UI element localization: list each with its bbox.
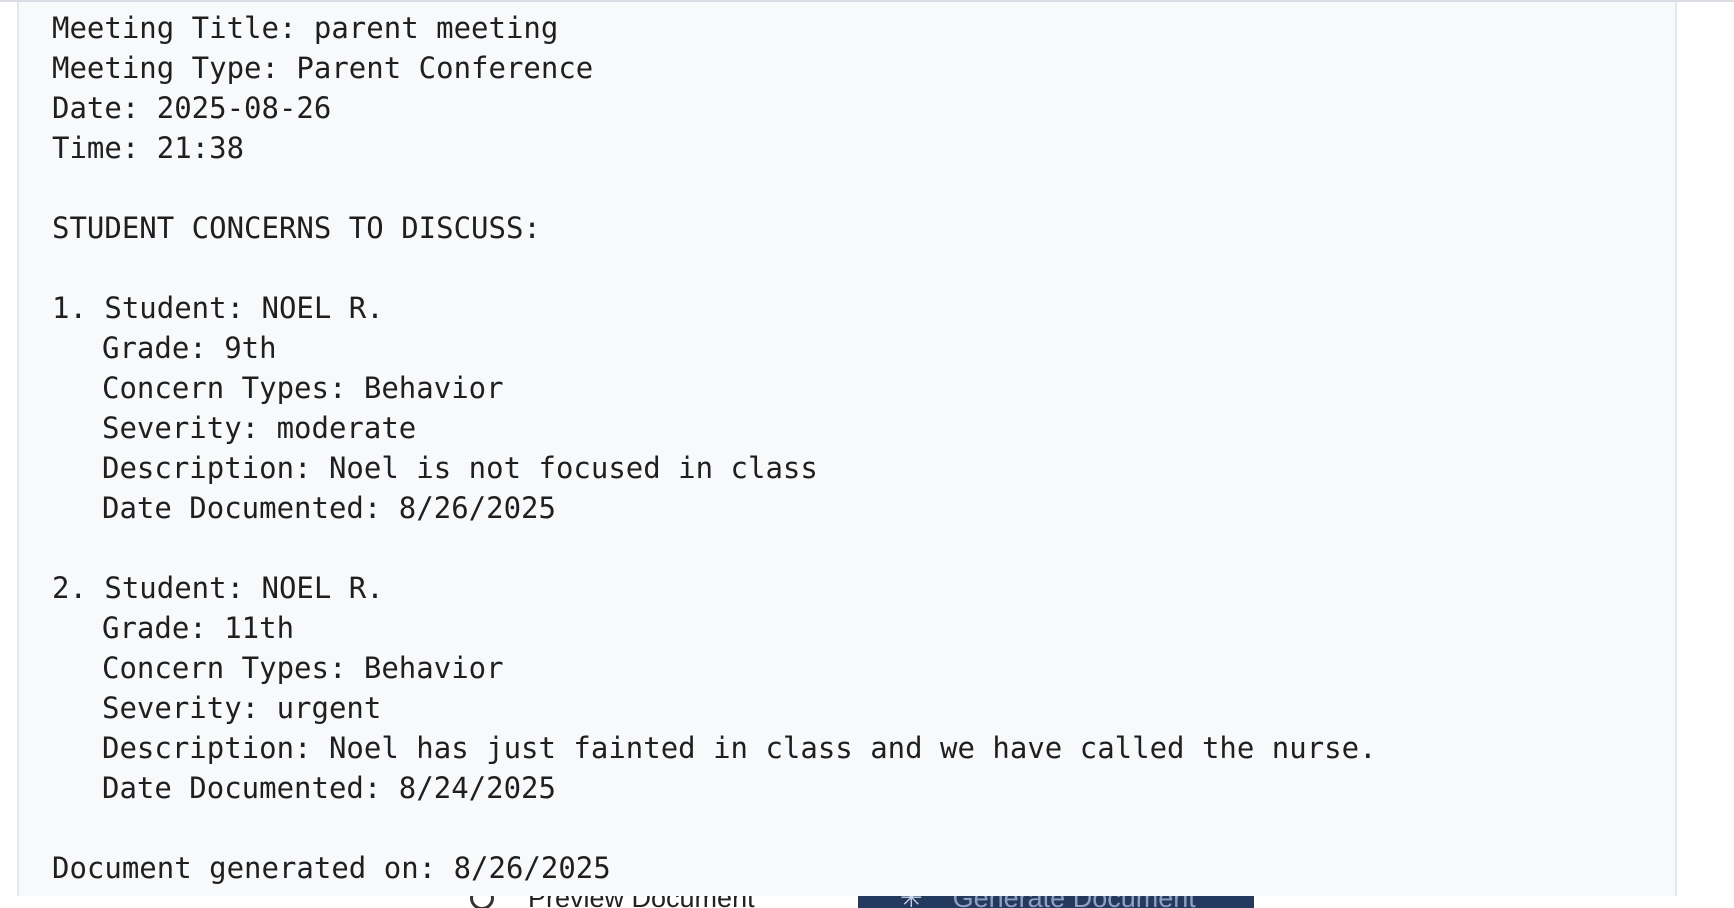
concern-2-types: Concern Types: Behavior: [102, 651, 504, 685]
meeting-type-line: Meeting Type: Parent Conference: [52, 51, 594, 85]
concern-1-types: Concern Types: Behavior: [102, 371, 504, 405]
concern-1-description: Description: Noel is not focused in clas…: [102, 451, 818, 485]
concern-1-grade: Grade: 9th: [102, 331, 277, 365]
document-footer: Document generated on: 8/26/2025: [52, 851, 611, 885]
concern-2-date-documented: Date Documented: 8/24/2025: [102, 771, 556, 805]
document-preview-content[interactable]: Meeting Title: parent meeting Meeting Ty…: [17, 2, 1677, 896]
concern-2-severity: Severity: urgent: [102, 691, 382, 725]
section-heading: STUDENT CONCERNS TO DISCUSS:: [52, 211, 541, 245]
meeting-title-line: Meeting Title: parent meeting: [52, 11, 559, 45]
meeting-date-line: Date: 2025-08-26: [52, 91, 332, 125]
screen: Preview Document ✳ Generate Document Mee…: [0, 0, 1734, 908]
document-preview-modal: Meeting Title: parent meeting Meeting Ty…: [0, 0, 1734, 896]
concern-1-severity: Severity: moderate: [102, 411, 417, 445]
concern-2-student: 2. Student: NOEL R.: [52, 571, 384, 605]
concern-2-grade: Grade: 11th: [102, 611, 295, 645]
concern-1-student: 1. Student: NOEL R.: [52, 291, 384, 325]
concern-1-date-documented: Date Documented: 8/26/2025: [102, 491, 556, 525]
meeting-time-line: Time: 21:38: [52, 131, 245, 165]
concern-2-description: Description: Noel has just fainted in cl…: [102, 731, 1377, 765]
